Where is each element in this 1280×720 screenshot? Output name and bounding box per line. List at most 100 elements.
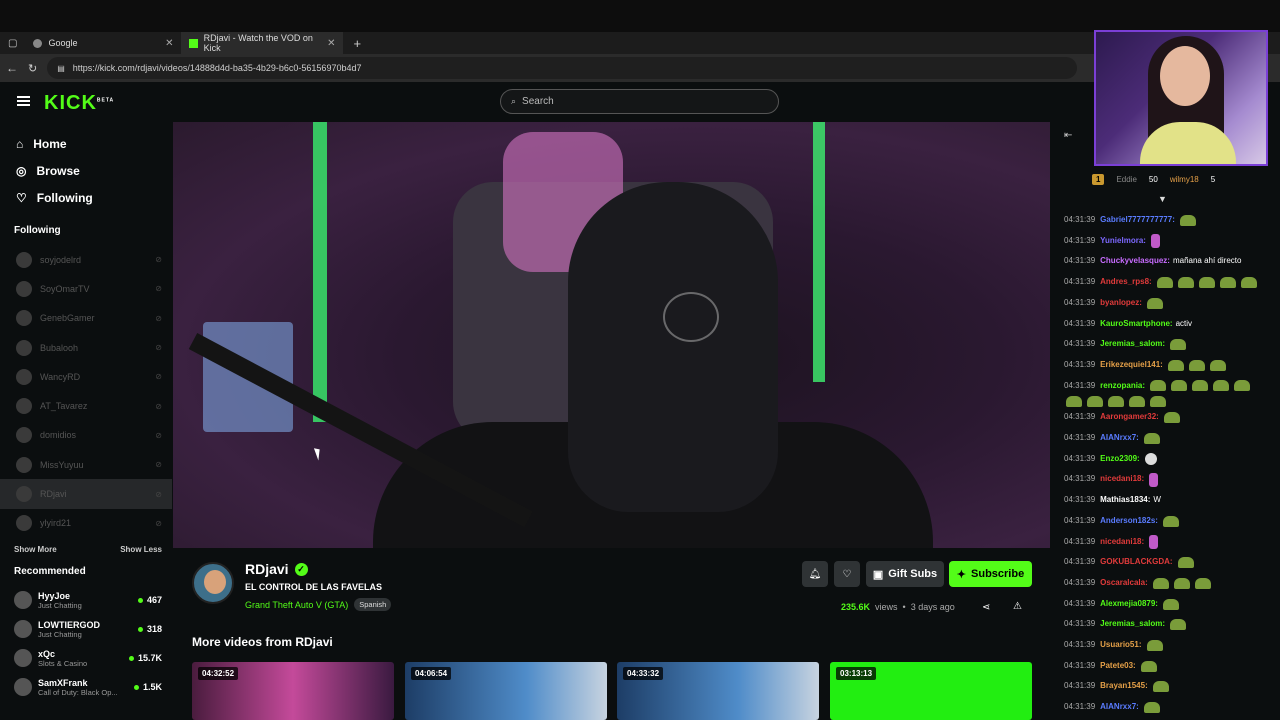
- channel-name: SamXFrank: [38, 677, 88, 688]
- video-thumbnail[interactable]: 04:32:52: [192, 662, 394, 720]
- emote-icon: [1179, 214, 1196, 226]
- recommended-channel[interactable]: xQc Slots & Casino 15.7K: [0, 644, 172, 673]
- followed-channel[interactable]: ylyird21 ⊘: [0, 509, 172, 538]
- sidebar-item-label: Home: [33, 136, 67, 151]
- followed-channel-selected[interactable]: RDjavi ⊘: [0, 479, 172, 509]
- channel-category: Call of Duty: Black Op...: [38, 687, 118, 697]
- show-more-button[interactable]: Show More: [14, 545, 57, 554]
- followed-channel[interactable]: MissYuyuu ⊘: [0, 450, 172, 479]
- emote-icon: [1143, 432, 1160, 444]
- chat-username[interactable]: Gabriel7777777777:: [1100, 210, 1175, 231]
- chat-username[interactable]: Anderson182s:: [1100, 511, 1158, 532]
- tab-kick-vod[interactable]: RDjavi - Watch the VOD on Kick ✕: [181, 32, 344, 54]
- chat-username[interactable]: byanlopez:: [1100, 293, 1142, 314]
- emote-icon: [1194, 577, 1211, 589]
- followed-channel[interactable]: domidios ⊘: [0, 421, 172, 450]
- new-tab-icon[interactable]: +: [343, 36, 371, 51]
- search-input[interactable]: ⌕ Search: [500, 89, 779, 114]
- emote-icon: [1152, 577, 1169, 589]
- notification-bell-button[interactable]: 🔔︎: [802, 561, 828, 587]
- pin-icon[interactable]: ▼: [1158, 194, 1167, 204]
- chat-username[interactable]: Usuario51:: [1100, 635, 1141, 656]
- video-player[interactable]: [173, 122, 1050, 548]
- follow-heart-button[interactable]: ♡: [834, 561, 860, 587]
- sidebar-item-browse[interactable]: ◎ Browse: [0, 157, 172, 184]
- chat-username[interactable]: nicedani18:: [1100, 532, 1144, 553]
- tab-list-icon[interactable]: ▢: [0, 38, 25, 49]
- share-icon[interactable]: ⋖: [982, 602, 990, 613]
- webcam-overlay: [1094, 30, 1268, 166]
- chat-timestamp: 04:31:39: [1064, 474, 1096, 484]
- collapse-chat-icon[interactable]: ⇤: [1064, 130, 1072, 141]
- gifter-name[interactable]: wilmy18: [1170, 175, 1199, 184]
- chat-username[interactable]: Enzo2309:: [1100, 449, 1140, 470]
- followed-channel[interactable]: SoyOmarTV ⊘: [0, 274, 172, 303]
- followed-channel[interactable]: GenebGamer ⊘: [0, 304, 172, 333]
- channel-name: domidios: [40, 430, 77, 441]
- sidebar-item-label: Browse: [36, 163, 80, 178]
- offline-icon: ⊘: [155, 284, 162, 294]
- reload-icon[interactable]: ↻: [28, 62, 37, 75]
- chat-username[interactable]: GOKUBLACKGDA:: [1100, 552, 1172, 573]
- chat-username[interactable]: Yunielmora:: [1100, 231, 1146, 252]
- gift-subs-button[interactable]: ▣ Gift Subs: [866, 561, 944, 587]
- chat-username[interactable]: Oscaralcala:: [1100, 573, 1148, 594]
- offline-icon: ⊘: [155, 401, 162, 411]
- chat-username[interactable]: renzopania:: [1100, 376, 1145, 397]
- chat-username[interactable]: Jeremias_salom:: [1100, 614, 1165, 635]
- video-duration: 04:32:52: [198, 667, 239, 680]
- followed-channel[interactable]: AT_Tavarez ⊘: [0, 391, 172, 420]
- channel-avatar[interactable]: [192, 562, 234, 604]
- chat-username[interactable]: Patete03:: [1100, 656, 1136, 677]
- sidebar-item-home[interactable]: ⌂ Home: [0, 130, 172, 157]
- followed-channel[interactable]: soyjodelrd ⊘: [0, 245, 172, 274]
- close-icon[interactable]: ✕: [327, 38, 335, 49]
- close-icon[interactable]: ✕: [165, 38, 173, 49]
- followed-channel[interactable]: Bubalooh ⊘: [0, 333, 172, 362]
- offline-icon: ⊘: [155, 460, 162, 470]
- chat-username[interactable]: Alexmejia0879:: [1100, 594, 1158, 615]
- report-warning-icon[interactable]: ⚠: [1013, 601, 1022, 612]
- following-section-title: Following: [14, 225, 61, 236]
- chat-timestamp: 04:31:39: [1064, 256, 1096, 266]
- kick-logo[interactable]: KICKBETA: [44, 92, 114, 115]
- video-thumbnail[interactable]: 04:33:32: [617, 662, 819, 720]
- chat-username[interactable]: Jeremias_salom:: [1100, 334, 1165, 355]
- chat-username[interactable]: Aarongamer32:: [1100, 407, 1159, 428]
- channel-name: HyyJoe: [38, 590, 71, 601]
- heart-icon: ♡: [842, 568, 852, 580]
- subscribe-button[interactable]: ✦ Subscribe: [949, 561, 1032, 587]
- chat-username[interactable]: Mathias1834:: [1100, 490, 1150, 511]
- chat-username[interactable]: Andres_rps8:: [1100, 272, 1152, 293]
- video-thumbnail[interactable]: 03:13:13: [830, 662, 1032, 720]
- chat-username[interactable]: KauroSmartphone:: [1100, 314, 1172, 335]
- chat-text: mañana ahí directo: [1172, 256, 1242, 266]
- sidebar-item-following[interactable]: ♡ Following: [0, 184, 172, 211]
- category-link[interactable]: Grand Theft Auto V (GTA): [245, 600, 348, 610]
- emote-icon: [1234, 380, 1251, 392]
- chat-username[interactable]: nicedani18:: [1100, 469, 1144, 490]
- followed-channel[interactable]: WancyRD ⊘: [0, 362, 172, 391]
- url-field[interactable]: ▤ https://kick.com/rdjavi/videos/14888d4…: [47, 57, 1078, 79]
- tab-google[interactable]: Google ✕: [25, 32, 181, 54]
- hamburger-menu-icon[interactable]: [17, 96, 30, 106]
- language-tag[interactable]: Spanish: [354, 598, 392, 611]
- chat-username[interactable]: Erikezequiel141:: [1100, 355, 1163, 376]
- chat-username[interactable]: Brayan1545:: [1100, 676, 1148, 697]
- back-icon[interactable]: ←: [6, 61, 18, 75]
- chat-message: 04:31:39 nicedani18:: [1064, 469, 1276, 490]
- recommended-channel[interactable]: HyyJoe Just Chatting 467: [0, 586, 172, 615]
- site-info-icon[interactable]: ▤: [57, 64, 65, 73]
- avatar: [16, 280, 32, 297]
- chat-username[interactable]: Chuckyvelasquez:: [1100, 251, 1170, 272]
- channel-name[interactable]: RDjavi: [245, 561, 289, 577]
- chat-username[interactable]: AIANrxx7:: [1100, 697, 1139, 718]
- show-less-button[interactable]: Show Less: [120, 545, 162, 554]
- emote-icon: [1192, 380, 1209, 392]
- category-row: Grand Theft Auto V (GTA) Spanish: [245, 598, 392, 611]
- chat-username[interactable]: AIANrxx7:: [1100, 428, 1139, 449]
- video-thumbnail[interactable]: 04:06:54: [405, 662, 607, 720]
- emote-icon: [1149, 472, 1159, 487]
- recommended-channel[interactable]: SamXFrank Call of Duty: Black Op... 1.5K: [0, 673, 172, 702]
- recommended-channel[interactable]: LOWTIERGOD Just Chatting 318: [0, 615, 172, 644]
